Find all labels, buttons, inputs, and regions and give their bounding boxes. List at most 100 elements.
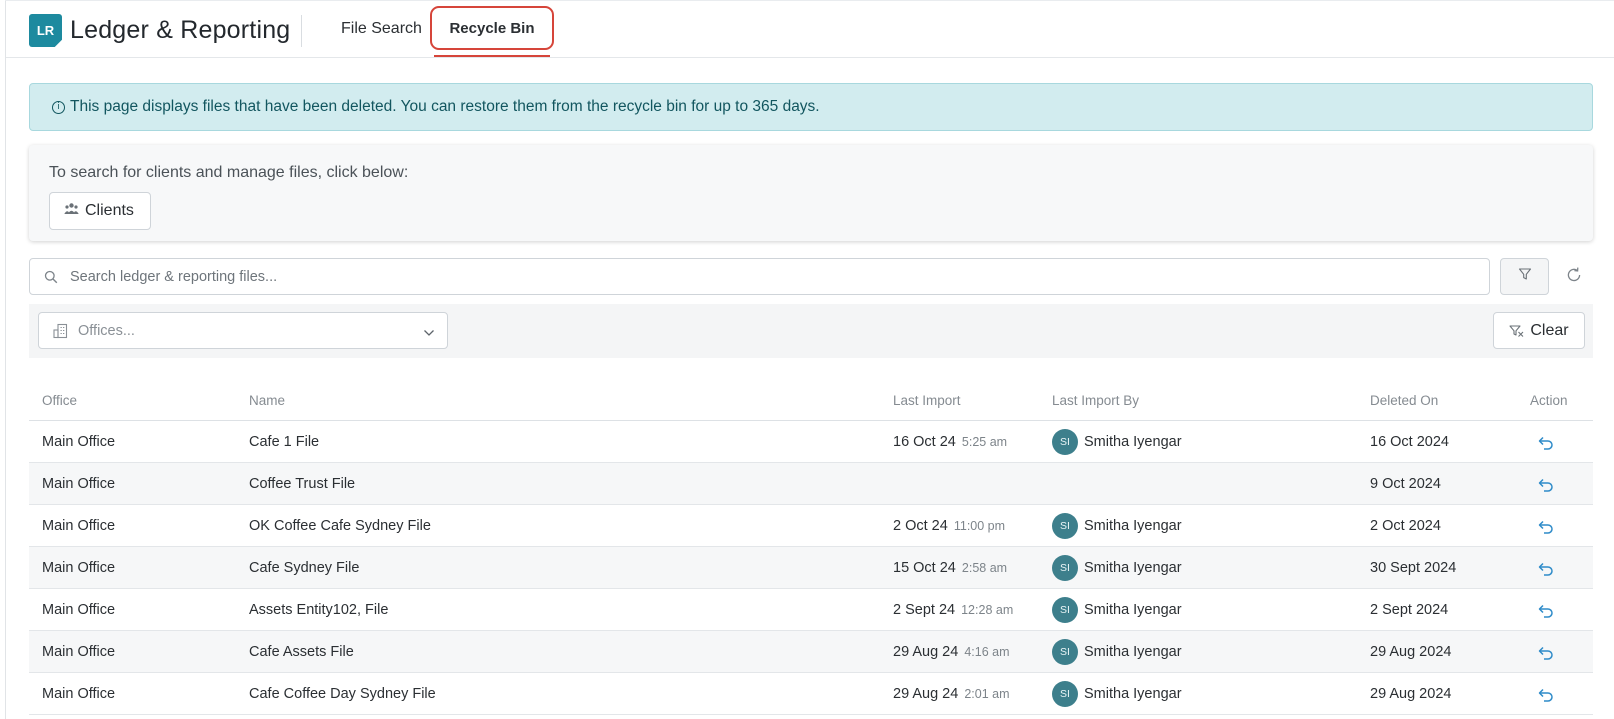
restore-button[interactable] [1536,643,1556,663]
table-row[interactable]: Main Office Assets Entity102, File 2 Sept … [29,589,1593,631]
active-tab-indicator [434,55,550,57]
filter-icon [1518,267,1532,286]
column-header-deleted-on[interactable]: Deleted On [1370,393,1438,408]
user-name: Smitha Iyengar [1084,434,1182,450]
import-date: 29 Aug 24 [893,644,959,660]
user-name: Smitha Iyengar [1084,560,1182,576]
refresh-icon [1565,266,1583,289]
clients-button[interactable]: Clients [49,192,151,230]
import-time: 2:58 am [961,561,1008,575]
tab-recycle-bin[interactable]: Recycle Bin [430,6,554,50]
cell-last-import: 29 Aug 24 2:01 am [893,686,1010,702]
import-date: 2 Oct 24 [893,518,948,534]
avatar: SI [1052,429,1078,455]
cell-deleted-on: 2 Oct 2024 [1370,518,1441,534]
cell-last-import: 2 Sept 24 12:28 am [893,602,1013,618]
app-header: LR Ledger & Reporting File Search Recycl… [6,1,1614,58]
cell-deleted-on: 2 Sept 2024 [1370,602,1449,618]
user-name: Smitha Iyengar [1084,686,1182,702]
restore-button[interactable] [1536,601,1556,621]
restore-icon [1538,436,1554,450]
search-box[interactable] [29,258,1490,295]
cell-name: Coffee Trust File [249,476,356,492]
restore-button[interactable] [1536,475,1556,495]
column-header-last-import-by[interactable]: Last Import By [1052,393,1139,408]
column-header-office[interactable]: Office [42,393,77,408]
cell-name: Cafe Assets File [249,644,354,660]
filter-bar: Offices... Clear [29,304,1593,358]
restore-button[interactable] [1536,517,1556,537]
clients-panel: To search for clients and manage files, … [29,145,1593,241]
cell-last-import-by: SI Smitha Iyengar [1052,681,1182,707]
import-time: 2:01 am [964,687,1010,701]
cell-office: Main Office [42,518,116,534]
user-name: Smitha Iyengar [1084,518,1182,534]
restore-icon [1538,562,1554,576]
info-banner-text: This page displays files that have been … [70,98,820,115]
refresh-button[interactable] [1563,266,1585,288]
app-title: Ledger & Reporting [70,16,291,44]
cell-deleted-on: 16 Oct 2024 [1370,434,1449,450]
user-name: Smitha Iyengar [1084,602,1182,618]
cell-office: Main Office [42,560,116,576]
cell-last-import-by: SI Smitha Iyengar [1052,639,1182,665]
cell-name: Assets Entity102, File [249,602,389,618]
import-date: 16 Oct 24 [893,434,956,450]
tab-file-search[interactable]: File Search [341,20,422,38]
cell-last-import-by: SI Smitha Iyengar [1052,513,1182,539]
column-header-name[interactable]: Name [249,393,285,408]
clear-filter-icon [1509,324,1525,338]
offices-placeholder: Offices... [78,322,135,339]
column-header-last-import[interactable]: Last Import [893,393,961,408]
info-banner: i This page displays files that have bee… [29,83,1593,131]
table-header: Office Name Last Import Last Import By D… [29,379,1593,421]
cell-last-import: 15 Oct 24 2:58 am [893,560,1007,576]
import-time: 5:25 am [961,435,1008,449]
restore-button[interactable] [1536,559,1556,579]
restore-button[interactable] [1536,685,1556,705]
user-name: Smitha Iyengar [1084,644,1182,660]
cell-name: Cafe 1 File [249,434,320,450]
avatar: SI [1052,639,1078,665]
cell-office: Main Office [42,434,116,450]
offices-select[interactable]: Offices... [38,312,448,349]
table-row[interactable]: Main Office Cafe Coffee Day Sydney File 29… [29,673,1593,715]
filter-button[interactable] [1500,258,1549,295]
deleted-files-table: Office Name Last Import Last Import By D… [29,379,1593,715]
import-date: 15 Oct 24 [893,560,956,576]
cell-last-import-by: SI Smitha Iyengar [1052,555,1182,581]
table-row[interactable]: Main Office Coffee Trust File 9 Oct 2024 [29,463,1593,505]
logo-text: LR [36,23,55,38]
building-icon [53,323,68,339]
cell-deleted-on: 29 Aug 2024 [1370,644,1452,660]
restore-icon [1538,646,1554,660]
cell-name: Cafe Sydney File [249,560,360,576]
table-row[interactable]: Main Office Cafe 1 File 16 Oct 24 5:25 am S… [29,421,1593,463]
cell-last-import: 29 Aug 24 4:16 am [893,644,1010,660]
cell-office: Main Office [42,644,116,660]
clear-filters-button[interactable]: Clear [1493,312,1585,349]
column-header-action: Action [1530,393,1568,408]
avatar: SI [1052,681,1078,707]
avatar: SI [1052,555,1078,581]
import-date: 2 Sept 24 [893,602,956,618]
cell-deleted-on: 30 Sept 2024 [1370,560,1457,576]
search-icon [44,269,60,285]
cell-office: Main Office [42,602,116,618]
table-row[interactable]: Main Office OK Coffee Cafe Sydney File 2 O… [29,505,1593,547]
restore-icon [1538,688,1554,702]
import-date: 29 Aug 24 [893,686,959,702]
restore-icon [1538,604,1554,618]
restore-button[interactable] [1536,433,1556,453]
restore-icon [1538,478,1554,492]
cell-deleted-on: 29 Aug 2024 [1370,686,1452,702]
avatar: SI [1052,597,1078,623]
search-input[interactable] [70,268,1450,285]
table-row[interactable]: Main Office Cafe Assets File 29 Aug 24 4:1… [29,631,1593,673]
cell-name: OK Coffee Cafe Sydney File [249,518,431,534]
table-row[interactable]: Main Office Cafe Sydney File 15 Oct 24 2:5… [29,547,1593,589]
clear-button-label: Clear [1530,321,1569,339]
cell-office: Main Office [42,686,116,702]
chevron-down-icon [423,325,435,343]
info-icon: i [52,100,65,114]
